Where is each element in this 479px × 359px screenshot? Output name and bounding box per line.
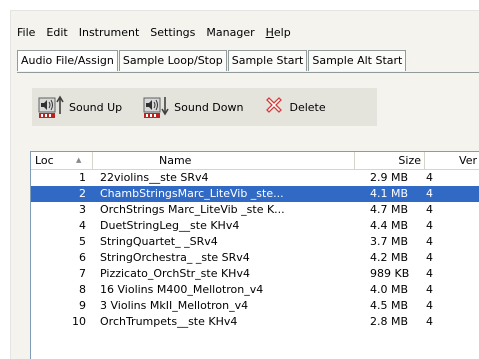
delete-x-icon: [264, 95, 284, 119]
sound-up-label: Sound Up: [69, 100, 123, 114]
row-loc: 8: [79, 283, 86, 296]
menu-settings[interactable]: Settings: [150, 26, 195, 39]
column-header-name[interactable]: Name: [93, 152, 355, 169]
row-loc: 1: [79, 171, 86, 184]
row-loc: 10: [72, 315, 86, 328]
tab-strip: Audio File/Assign Sample Loop/Stop Sampl…: [17, 50, 407, 72]
list-row[interactable]: 7 Pizzicato_OrchStr_ste KHv4 989 KB 4: [31, 266, 479, 282]
row-ver: 4: [426, 219, 433, 232]
list-row[interactable]: 3 OrchStrings Marc_LiteVib _ste K... 4.7…: [31, 202, 479, 218]
row-name: OrchTrumpets__ste KHv4: [100, 315, 238, 328]
row-loc: 2: [79, 187, 86, 200]
row-name: StringOrchestra_ _ste SRv4: [100, 251, 250, 264]
menu-file[interactable]: File: [17, 26, 35, 39]
row-ver: 4: [426, 203, 433, 216]
row-loc: 3: [79, 203, 86, 216]
row-ver: 4: [426, 299, 433, 312]
column-header-size[interactable]: Size: [355, 152, 425, 169]
row-ver: 4: [426, 235, 433, 248]
sound-down-button[interactable]: Sound Down: [143, 95, 243, 119]
speaker-down-arrow-icon: [143, 95, 169, 119]
list-row[interactable]: 9 3 Violins MkII_Mellotron_v4 4.5 MB 4: [31, 298, 479, 314]
menu-help-mnemonic: H: [265, 25, 274, 39]
list-row[interactable]: 10 OrchTrumpets__ste KHv4 2.8 MB 4: [31, 314, 479, 330]
row-name: OrchStrings Marc_LiteVib _ste K...: [100, 203, 285, 216]
tab-audio-file-assign[interactable]: Audio File/Assign: [17, 50, 118, 71]
menu-help-rest: elp: [273, 25, 291, 39]
tab-sample-start[interactable]: Sample Start: [227, 50, 308, 71]
row-ver: 4: [426, 251, 433, 264]
menu-help[interactable]: Help: [266, 26, 291, 39]
list-row[interactable]: 8 16 Violins M400_Mellotron_v4 4.0 MB 4: [31, 282, 479, 298]
menu-edit[interactable]: Edit: [46, 26, 67, 39]
list-row-selected[interactable]: 2 ChambStringsMarc_LiteVib _ste... 4.1 M…: [31, 186, 479, 202]
column-header-loc[interactable]: Loc ▲: [31, 152, 93, 169]
menu-bar: File Edit Instrument Settings Manager He…: [17, 22, 302, 42]
tab-sample-alt-start[interactable]: Sample Alt Start: [308, 50, 407, 71]
row-name: ChambStringsMarc_LiteVib _ste...: [100, 187, 284, 200]
row-ver: 4: [426, 267, 433, 280]
row-loc: 5: [79, 235, 86, 248]
column-loc-label: Loc: [35, 154, 54, 167]
row-ver: 4: [426, 315, 433, 328]
column-header-ver[interactable]: Ver: [425, 152, 479, 169]
tab-sample-loop-stop[interactable]: Sample Loop/Stop: [118, 50, 227, 71]
menu-manager[interactable]: Manager: [206, 26, 254, 39]
row-name: 16 Violins M400_Mellotron_v4: [100, 283, 264, 296]
list-row[interactable]: 5 StringQuartet_ _SRv4 3.7 MB 4: [31, 234, 479, 250]
row-loc: 6: [79, 251, 86, 264]
sound-down-label: Sound Down: [174, 100, 244, 114]
speaker-up-arrow-icon: [38, 95, 64, 119]
row-ver: 4: [426, 171, 433, 184]
row-loc: 9: [79, 299, 86, 312]
row-name: 3 Violins MkII_Mellotron_v4: [100, 299, 249, 312]
row-name: DuetStringLeg__ste KHv4: [100, 219, 240, 232]
sample-list[interactable]: Loc ▲ Name Size Ver 1 22violins__ste SRv…: [30, 151, 479, 359]
list-header: Loc ▲ Name Size Ver: [31, 152, 479, 170]
menu-instrument[interactable]: Instrument: [79, 26, 140, 39]
delete-label: Delete: [289, 100, 326, 114]
toolbar: Sound Up Sound Down Delete: [32, 88, 377, 126]
list-row[interactable]: 6 StringOrchestra_ _ste SRv4 4.2 MB 4: [31, 250, 479, 266]
row-name: Pizzicato_OrchStr_ste KHv4: [100, 267, 250, 280]
delete-button[interactable]: Delete: [264, 95, 326, 119]
row-loc: 4: [79, 219, 86, 232]
sound-up-button[interactable]: Sound Up: [38, 95, 122, 119]
tab-divider: [17, 72, 479, 73]
row-loc: 7: [79, 267, 86, 280]
row-ver: 4: [426, 187, 433, 200]
row-name: StringQuartet_ _SRv4: [100, 235, 218, 248]
sort-ascending-icon: ▲: [76, 156, 82, 164]
list-row[interactable]: 1 22violins__ste SRv4 2.9 MB 4: [31, 170, 479, 186]
row-name: 22violins__ste SRv4: [100, 171, 209, 184]
list-row[interactable]: 4 DuetStringLeg__ste KHv4 4.4 MB 4: [31, 218, 479, 234]
row-ver: 4: [426, 283, 433, 296]
